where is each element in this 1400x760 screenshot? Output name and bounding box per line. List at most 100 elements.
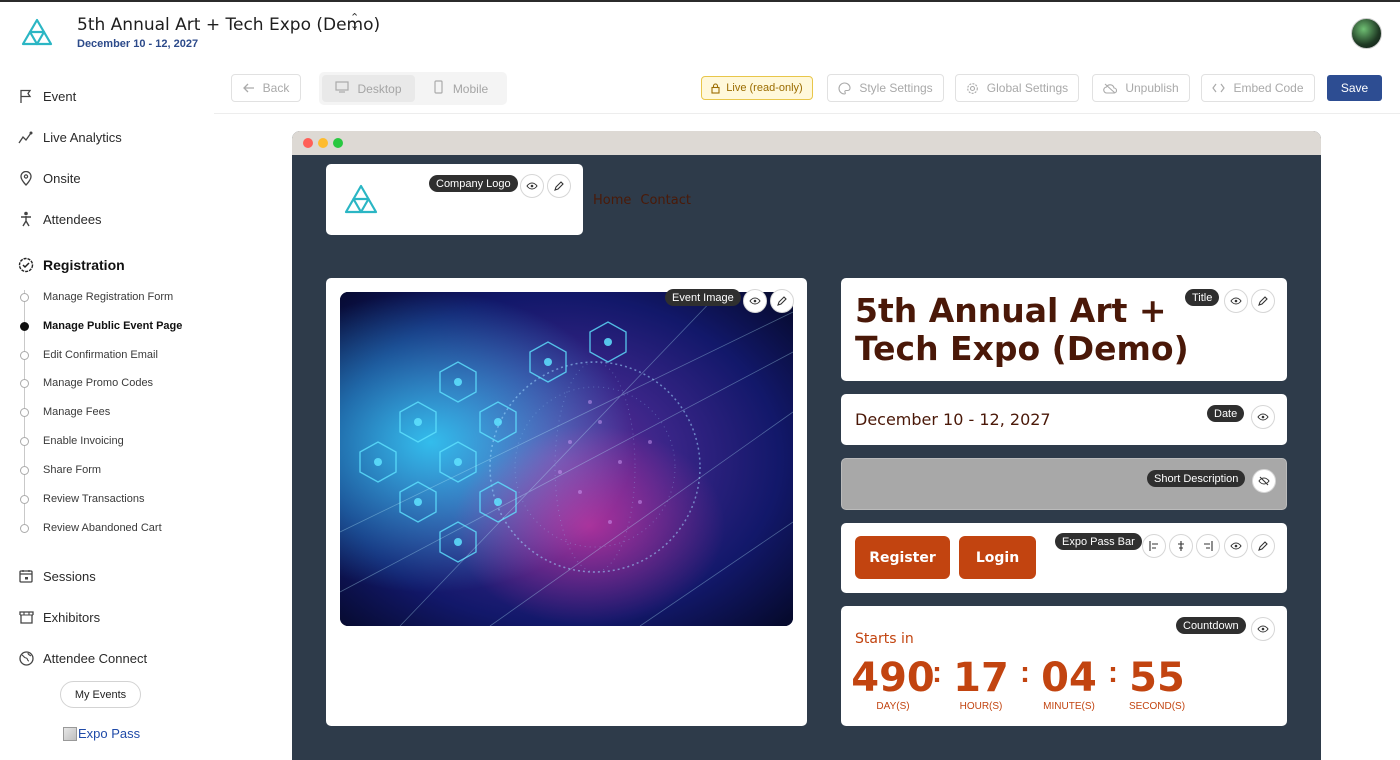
subitem-enable-invoicing[interactable]: Enable Invoicing <box>20 433 124 449</box>
subitem-manage-public-event-page[interactable]: Manage Public Event Page <box>20 318 182 334</box>
global-settings-button[interactable]: Global Settings <box>955 74 1079 102</box>
page-preview: Company Logo Home Contact Event Image 5t… <box>292 131 1321 760</box>
subitem-label: Share Form <box>43 464 102 476</box>
sidebar-item-onsite[interactable]: Onsite <box>18 168 81 188</box>
sidebar-item-registration[interactable]: Registration <box>18 255 125 275</box>
step-dot <box>20 378 29 388</box>
align-left-icon[interactable] <box>1142 534 1166 558</box>
register-button[interactable]: Register <box>855 536 950 579</box>
sidebar-item-event[interactable]: Event <box>18 86 76 106</box>
embed-code-button[interactable]: Embed Code <box>1201 74 1315 102</box>
countdown-seconds: 55 <box>1129 655 1185 701</box>
subitem-manage-promo-codes[interactable]: Manage Promo Codes <box>20 375 153 391</box>
eye-icon[interactable] <box>1251 617 1275 641</box>
subitem-review-transactions[interactable]: Review Transactions <box>20 491 145 507</box>
align-center-icon[interactable] <box>1169 534 1193 558</box>
short-description-block[interactable]: Short Description <box>841 458 1287 510</box>
sidebar-item-attendee-connect[interactable]: Attendee Connect <box>18 648 147 668</box>
page-title: 5th Annual Art + Tech Expo (Demo) <box>855 291 1189 368</box>
sidebar-item-label: Sessions <box>43 568 96 584</box>
countdown-block[interactable]: Starts in Countdown 490 DAY(S) : 17 HOUR… <box>841 606 1287 726</box>
pencil-icon[interactable] <box>1251 534 1275 558</box>
subitem-review-abandoned-cart[interactable]: Review Abandoned Cart <box>20 520 162 536</box>
sidebar-item-label: Exhibitors <box>43 609 101 625</box>
subitem-label: Enable Invoicing <box>43 435 124 447</box>
countdown-minutes-label: MINUTE(S) <box>1043 701 1095 712</box>
countdown-minutes: 04 <box>1041 655 1097 701</box>
eye-icon[interactable] <box>1224 534 1248 558</box>
expo-pass-bar-label: Expo Pass Bar <box>1055 533 1142 550</box>
subitem-label: Manage Fees <box>43 406 111 418</box>
sidebar-item-live-analytics[interactable]: Live Analytics <box>18 127 122 147</box>
palette-icon <box>838 81 851 95</box>
title-block[interactable]: 5th Annual Art + Tech Expo (Demo) Title <box>841 278 1287 381</box>
pencil-icon[interactable] <box>547 174 571 198</box>
align-right-icon[interactable] <box>1196 534 1220 558</box>
event-image-label: Event Image <box>665 289 741 306</box>
live-status-badge: Live (read-only) <box>701 76 813 100</box>
sidebar-item-sessions[interactable]: Sessions <box>18 566 96 586</box>
desktop-view-button[interactable]: Desktop <box>322 75 415 102</box>
code-icon <box>1212 83 1226 93</box>
company-logo-block[interactable]: Company Logo <box>326 164 583 235</box>
my-events-button[interactable]: My Events <box>60 681 141 708</box>
countdown-hours-label: HOUR(S) <box>959 701 1003 712</box>
date-block[interactable]: December 10 - 12, 2027 Date <box>841 394 1287 445</box>
title-label: Title <box>1185 289 1220 306</box>
sidebar-item-attendees[interactable]: Attendees <box>18 209 102 229</box>
sidebar-item-label: Onsite <box>43 170 81 186</box>
view-toggle: Desktop Mobile <box>319 72 507 105</box>
live-badge-label: Live (read-only) <box>726 82 803 94</box>
avatar[interactable] <box>1351 18 1382 49</box>
step-dot <box>20 436 29 446</box>
eye-icon[interactable] <box>1224 289 1248 313</box>
company-logo-icon <box>344 184 378 214</box>
sidebar-item-exhibitors[interactable]: Exhibitors <box>18 607 100 627</box>
check-badge-icon <box>18 257 34 273</box>
mobile-view-button[interactable]: Mobile <box>418 75 504 102</box>
login-button[interactable]: Login <box>959 536 1036 579</box>
preview-window-bar <box>292 131 1321 155</box>
brand-logo-icon[interactable] <box>20 16 54 50</box>
expo-pass-bar-block[interactable]: Register Login Expo Pass Bar <box>841 523 1287 593</box>
countdown-label: Countdown <box>1176 617 1246 634</box>
eye-icon[interactable] <box>520 174 544 198</box>
event-title[interactable]: 5th Annual Art + Tech Expo (Demo) <box>77 15 380 35</box>
nav-link-contact[interactable]: Contact <box>640 193 691 208</box>
starts-in-label: Starts in <box>855 631 914 647</box>
subitem-share-form[interactable]: Share Form <box>20 462 101 478</box>
company-logo-label: Company Logo <box>429 175 518 192</box>
event-date-text: December 10 - 12, 2027 <box>855 410 1051 429</box>
subitem-label: Manage Promo Codes <box>43 377 154 389</box>
global-settings-label: Global Settings <box>986 81 1069 95</box>
subitem-label: Review Abandoned Cart <box>43 522 162 534</box>
subitem-label: Manage Public Event Page <box>43 320 183 332</box>
date-label: Date <box>1207 405 1245 422</box>
pencil-icon[interactable] <box>770 289 794 313</box>
globe-icon <box>18 650 34 666</box>
chevron-updown-icon[interactable]: ⌃ ⌄ <box>350 13 359 32</box>
subitem-manage-registration-form[interactable]: Manage Registration Form <box>20 289 173 305</box>
eye-off-icon[interactable] <box>1252 469 1276 493</box>
countdown-hours: 17 <box>953 655 1009 701</box>
sidebar-item-label: Attendees <box>43 211 102 227</box>
unpublish-button[interactable]: Unpublish <box>1092 74 1190 102</box>
pencil-icon[interactable] <box>1251 289 1275 313</box>
event-image-block[interactable]: Event Image <box>326 278 807 726</box>
step-dot <box>20 350 29 360</box>
style-settings-button[interactable]: Style Settings <box>827 74 944 102</box>
expo-pass-link[interactable]: Expo Pass <box>63 726 140 741</box>
nav-link-home[interactable]: Home <box>593 193 631 208</box>
storefront-icon <box>18 609 34 625</box>
subitem-edit-confirmation-email[interactable]: Edit Confirmation Email <box>20 347 158 363</box>
eye-icon[interactable] <box>1251 405 1275 429</box>
back-button[interactable]: Back <box>231 74 301 102</box>
save-button[interactable]: Save <box>1327 75 1382 101</box>
eye-icon[interactable] <box>743 289 767 313</box>
subitem-manage-fees[interactable]: Manage Fees <box>20 404 110 420</box>
window-close-dot <box>303 138 313 148</box>
step-dot <box>20 292 29 302</box>
person-icon <box>18 211 34 227</box>
broken-image-icon <box>63 726 77 741</box>
step-dot <box>20 523 29 533</box>
